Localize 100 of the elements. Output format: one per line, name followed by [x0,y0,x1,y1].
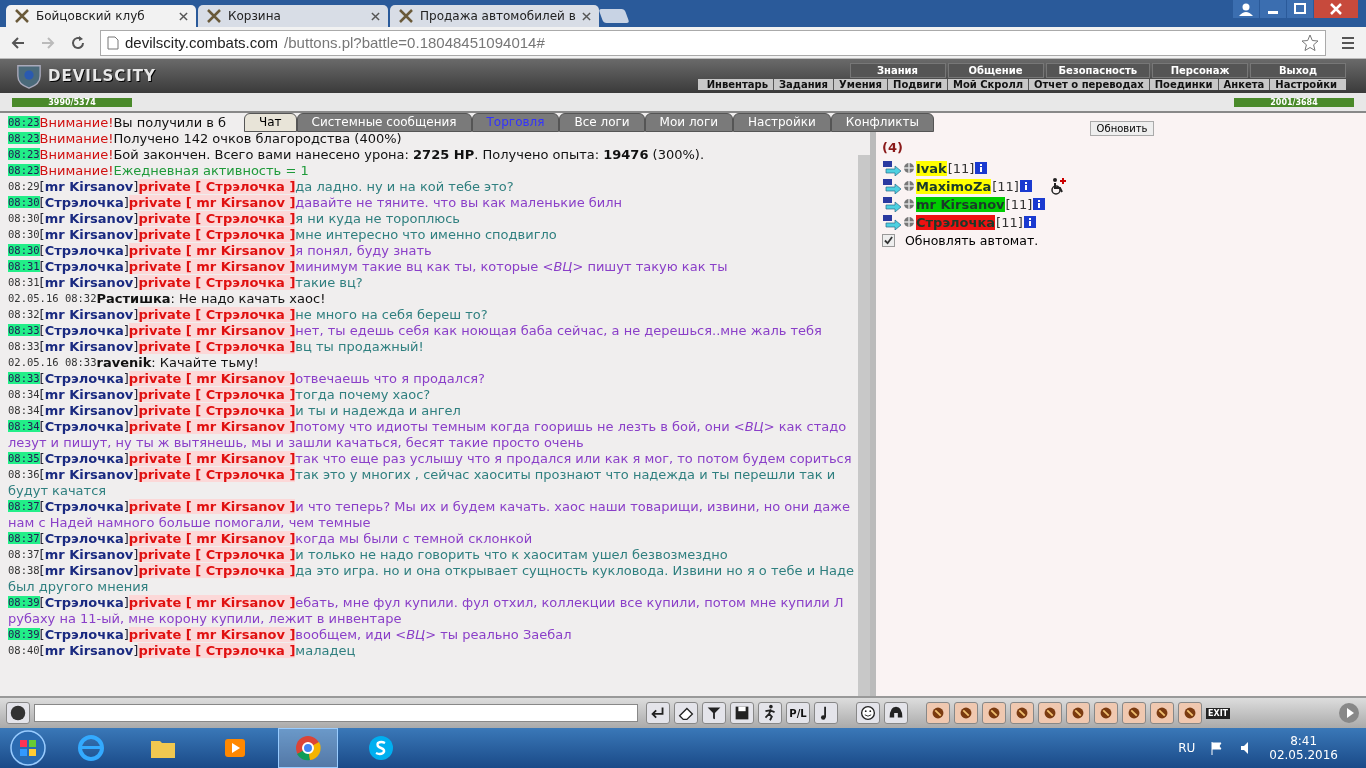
arrow-icon[interactable] [882,214,902,230]
menu-link[interactable]: Мой Скролл [946,78,1029,90]
start-icon[interactable] [8,728,48,768]
player-name[interactable]: Ivak [916,160,947,176]
close-icon[interactable] [581,11,591,21]
address-field[interactable]: devilscity.combats.com /buttons.pl?battle=0.18048451094014# [100,29,1326,56]
swords-icon [398,8,414,24]
arrow-icon[interactable] [882,196,902,212]
info-icon[interactable] [1033,198,1046,210]
menu-link[interactable]: Инвентарь [701,78,773,90]
chat-message: 08:31[Стрэлочка]private [ mr Kirsanov ]минимум такие вц как ты, которые <ВЦ> пишут такую как ты [8,259,729,275]
clock[interactable]: 8:41 02.05.2016 [1269,734,1358,762]
menu-link[interactable]: Отчет о переводах [1028,78,1149,90]
chat-message: 08:34[mr Kirsanov]private [ Стрэлочка ]и ты и надежда и ангел [8,403,462,419]
browser-tab[interactable]: Бойцовский клуб [6,5,196,27]
menu-icon[interactable] [1340,34,1356,51]
runner-icon[interactable] [758,702,782,724]
emblem-icon [903,197,915,211]
menu-link[interactable]: Знания [849,62,946,78]
close-icon[interactable] [1314,0,1358,18]
chat-message: 08:23Внимание!Ежедневная активность = 1 [8,163,310,179]
chat-tab[interactable]: Конфликты [830,113,934,132]
refresh-button[interactable]: Обновить [1089,121,1155,136]
close-icon[interactable] [179,11,188,21]
chat-message: 08:38[mr Kirsanov]private [ Стрэлочка ]да это игра. но и она открывает сущность кукловода. Извини но я о тебе и Наде был другого мнения [8,563,855,595]
chat-message: 08:40[mr Kirsanov]private [ Стрэлочка ]маладец [8,643,357,659]
arrow-icon[interactable] [882,160,902,176]
player-level: [11] [992,178,1019,194]
music-icon[interactable] [814,702,838,724]
menu-link[interactable]: Поединки [1148,78,1218,90]
back-icon[interactable] [10,34,26,51]
action-icon[interactable] [1178,702,1202,724]
player-count: (4) [882,140,904,155]
new-tab-button[interactable] [598,9,630,23]
player-level: [11] [947,160,975,176]
chat-tab[interactable]: Настройки [733,113,831,132]
checkbox-label: Обновлять автомат. [905,233,1039,248]
action-icon[interactable] [1066,702,1090,724]
chat-tab[interactable]: Системные сообщения [296,113,472,132]
minimize-icon[interactable] [1260,0,1286,18]
chat-input[interactable] [34,704,638,722]
action-icon[interactable] [1150,702,1174,724]
player-name[interactable]: MaximoZa [916,178,992,194]
chat-message: 08:39[Стрэлочка]private [ mr Kirsanov ]вообщем, иди <ВЦ> ты реально Заебал [8,627,573,643]
close-icon[interactable] [371,11,380,21]
info-icon[interactable] [1019,180,1032,192]
chrome-icon[interactable] [278,728,338,768]
menu-link[interactable]: Выход [1250,62,1346,78]
player-level: [11] [1005,196,1033,212]
smiley-icon[interactable] [856,702,880,724]
action-icon[interactable] [1010,702,1034,724]
menu-link[interactable]: Персонаж [1152,62,1248,78]
browser-tab[interactable]: Корзина [198,5,388,27]
language-indicator[interactable]: RU [1178,741,1196,755]
maximize-icon[interactable] [1287,0,1313,18]
action-icon[interactable] [1038,702,1062,724]
helmet-icon[interactable] [884,702,908,724]
chat-tab[interactable]: Мои логи [644,113,734,132]
menu-link[interactable]: Настройки [1269,78,1342,90]
emblem-icon [903,215,915,229]
chat-message: 08:37[mr Kirsanov]private [ Стрэлочка ]и только не надо говорить что к хаоситам ушел безвозмездно [8,547,729,563]
action-icon[interactable] [982,702,1006,724]
chat-message: 08:37[Стрэлочка]private [ mr Kirsanov ]когда мы были с темной склонкой [8,531,534,547]
player-name[interactable]: mr Kirsanov [916,196,1005,212]
checkbox[interactable] [882,234,895,247]
action-icon[interactable] [1094,702,1118,724]
action-icon[interactable] [926,702,950,724]
menu-link[interactable]: Безопасность [1045,62,1150,78]
chat-message: 08:30[mr Kirsanov]private [ Стрэлочка ]мне интересно что именно сподвигло [8,227,558,243]
chat-message: 08:30[Стрэлочка]private [ mr Kirsanov ]давайте не тяните. что вы как маленькие билн [8,195,624,211]
arrow-icon[interactable] [882,178,902,194]
chat-message: 08:30[Стрэлочка]private [ mr Kirsanov ]я понял, буду знать [8,243,433,259]
menu-link[interactable]: Задания [773,78,834,90]
floppy-icon[interactable] [730,702,754,724]
star-icon[interactable] [1301,33,1319,52]
eraser-icon[interactable] [674,702,698,724]
swords-icon [206,8,222,24]
pl-button[interactable]: P/L [786,702,810,724]
chat-tab[interactable]: Все логи [559,113,645,132]
info-icon[interactable] [975,162,988,174]
swords-icon [14,8,30,24]
menu-link[interactable]: Анкета [1217,78,1270,90]
chat-message: 08:34[mr Kirsanov]private [ Стрэлочка ]тогда почему хаос? [8,387,432,403]
menu-link[interactable]: Подвиги [887,78,947,90]
user-icon[interactable] [1233,0,1259,18]
head-icon[interactable] [6,702,30,724]
chat-message: 08:23Внимание!Получено 142 очков благородства (400%) [8,131,403,147]
browser-tab[interactable]: Продажа автомобилей в [390,5,599,27]
action-icon[interactable] [954,702,978,724]
menu-link[interactable]: Общение [947,62,1044,78]
info-icon[interactable] [1023,216,1036,228]
play-icon[interactable] [1338,702,1360,724]
scrollbar[interactable] [858,155,870,696]
menu-link[interactable]: Умения [833,78,888,90]
action-icon[interactable] [1122,702,1146,724]
chat-tab[interactable]: Чат [244,113,297,132]
chat-message: 08:29[mr Kirsanov]private [ Стрэлочка ]да ладно. ну и на кой тебе это? [8,179,515,195]
exit-button[interactable]: EXIT [1206,707,1231,719]
filter-icon[interactable] [702,702,726,724]
reload-icon[interactable] [70,34,86,51]
